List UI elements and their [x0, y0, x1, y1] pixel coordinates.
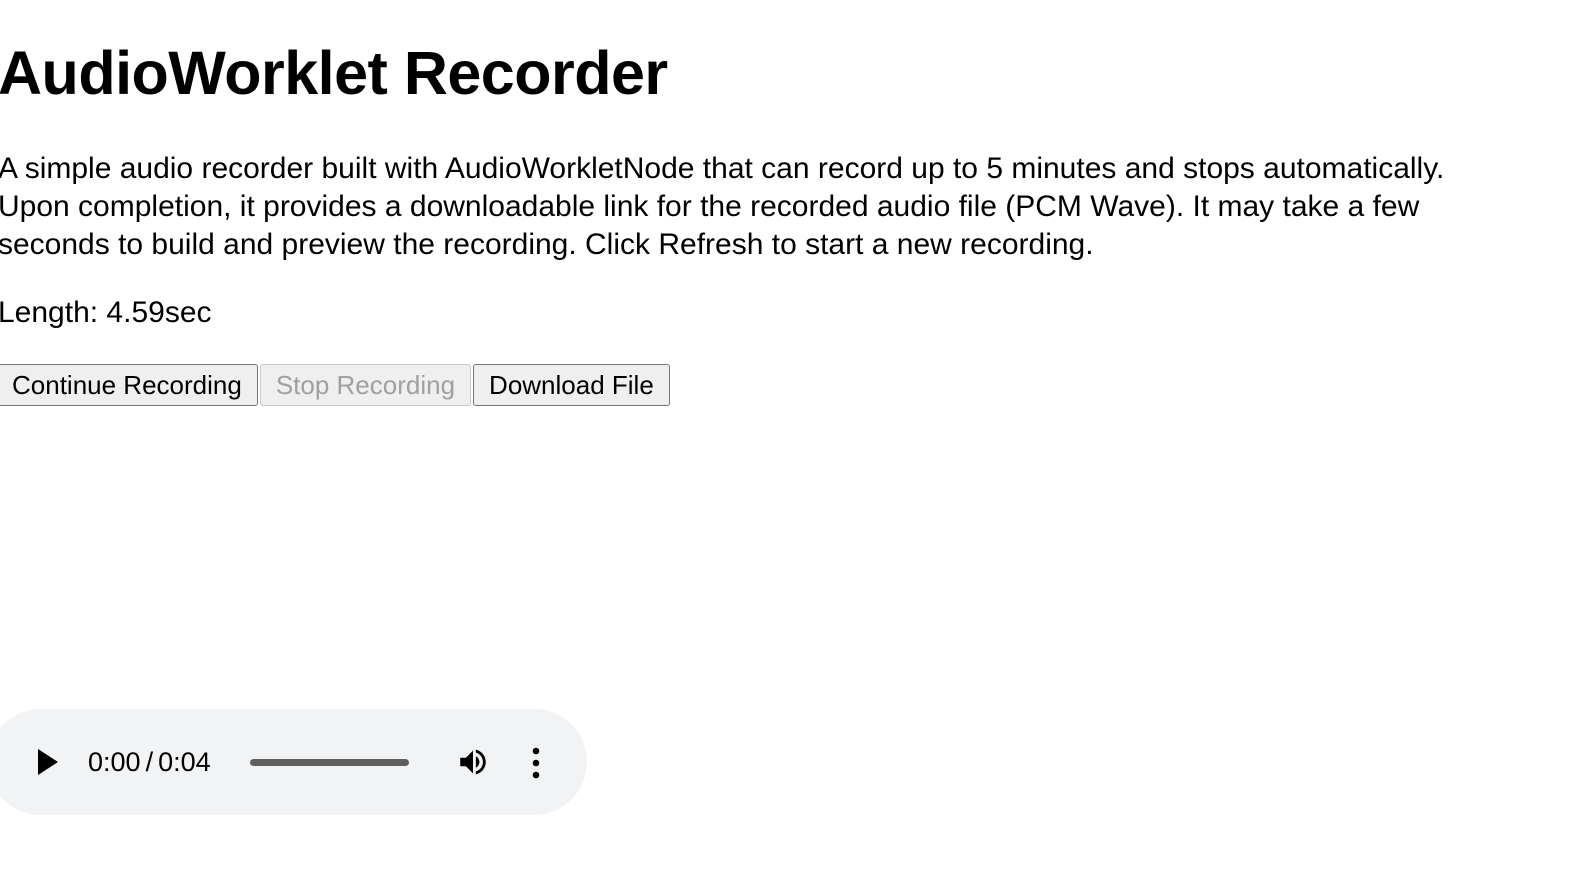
description-line: seconds to build and preview the recordi… — [0, 228, 1094, 261]
seek-slider[interactable] — [250, 759, 409, 766]
recording-length: Length: 4.59sec — [0, 296, 212, 329]
duration: 0:04 — [158, 747, 211, 777]
recorder-controls: Continue Recording Stop Recording Downlo… — [0, 364, 670, 406]
volume-icon[interactable] — [456, 745, 490, 779]
current-time: 0:00 — [88, 747, 141, 777]
page: AudioWorklet Recorder A simple audio rec… — [0, 0, 1592, 890]
description-line: Upon completion, it provides a downloada… — [0, 190, 1420, 223]
time-display: 0:00/0:04 — [88, 745, 211, 779]
continue-recording-button[interactable]: Continue Recording — [0, 364, 258, 406]
download-file-button[interactable]: Download File — [473, 364, 670, 406]
description: A simple audio recorder built with Audio… — [0, 150, 1590, 264]
stop-recording-button[interactable]: Stop Recording — [259, 364, 472, 406]
page-title: AudioWorklet Recorder — [0, 39, 668, 107]
audio-player: 0:00/0:04 — [0, 709, 587, 815]
time-separator: / — [145, 747, 154, 777]
play-icon[interactable] — [38, 749, 58, 775]
description-line: A simple audio recorder built with Audio… — [0, 152, 1445, 185]
more-vertical-icon[interactable] — [524, 747, 548, 779]
